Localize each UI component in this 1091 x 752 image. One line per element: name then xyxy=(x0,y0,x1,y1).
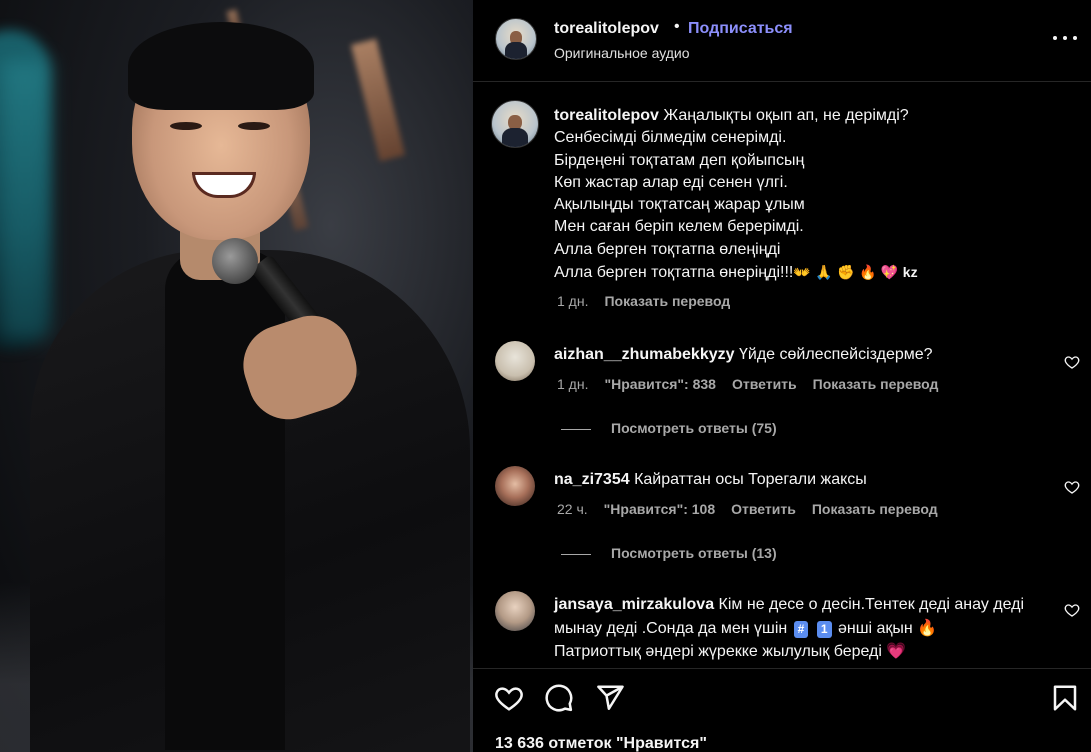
view-replies-button[interactable]: Посмотреть ответы (13) xyxy=(561,545,777,561)
singer-shirt xyxy=(165,250,285,750)
replies-divider xyxy=(561,553,591,555)
number-one-keycap-icon: 1 xyxy=(816,620,832,638)
post-header: torealitolepov • Подписаться Оригинально… xyxy=(473,0,1091,82)
view-replies-label: Посмотреть ответы (75) xyxy=(611,420,777,436)
caption-text: torealitolepov Жаңалықты оқып ап, не дер… xyxy=(554,105,1054,284)
view-replies-label: Посмотреть ответы (13) xyxy=(611,545,777,561)
kz-flag-icon: kz xyxy=(902,264,918,281)
comment-body: aizhan__zhumabekkyzy Үйде сөйлеспейсізде… xyxy=(554,343,1034,367)
more-options-icon[interactable] xyxy=(1051,28,1079,48)
post-actions: 13 636 отметок "Нравится" xyxy=(473,668,1091,752)
replies-divider xyxy=(561,428,591,430)
comment-likes[interactable]: "Нравится": 838 xyxy=(604,376,715,392)
comment-text: Патриоттық әндері жүрекке жылулық береді… xyxy=(554,643,907,661)
likes-count[interactable]: 13 636 отметок "Нравится" xyxy=(495,735,707,752)
microphone-icon xyxy=(212,238,258,284)
comment-like-heart-icon[interactable] xyxy=(1064,479,1080,495)
caption-line: Алла берген тоқтатпа өлеңіңді xyxy=(554,240,781,258)
comment-meta: 22 ч. "Нравится": 108 Ответить Показать пер… xyxy=(557,501,954,517)
comment-time[interactable]: 1 дн. xyxy=(557,376,588,392)
bookmark-icon[interactable] xyxy=(1050,683,1080,713)
comment-body: jansaya_mirzakulova Кім не десе о десін.… xyxy=(554,593,1034,664)
singer-eye xyxy=(170,122,202,130)
comment-like-heart-icon[interactable] xyxy=(1064,602,1080,618)
comment-icon[interactable] xyxy=(544,683,574,713)
caption-line: Алла берген тоқтатпа өнеріңді!!! xyxy=(554,264,794,282)
comment-time[interactable]: 22 ч. xyxy=(557,501,588,517)
share-icon[interactable] xyxy=(595,683,625,713)
singer-hair xyxy=(128,22,314,110)
commenter-avatar[interactable] xyxy=(495,466,535,506)
caption-line: Бірдеңені тоқтатам деп қойыпсың xyxy=(554,151,805,169)
comment-like-heart-icon[interactable] xyxy=(1064,354,1080,370)
caption-username[interactable]: torealitolepov xyxy=(554,107,659,124)
commenter-avatar[interactable] xyxy=(495,341,535,381)
caption-author-avatar[interactable] xyxy=(491,100,539,148)
like-heart-icon[interactable] xyxy=(494,683,524,713)
separator-dot: • xyxy=(674,18,680,35)
view-replies-button[interactable]: Посмотреть ответы (75) xyxy=(561,420,777,436)
caption-time[interactable]: 1 дн. xyxy=(557,293,588,309)
commenter-username[interactable]: na_zi7354 xyxy=(554,471,630,488)
comment-translate-link[interactable]: Показать перевод xyxy=(812,501,938,517)
caption-meta: 1 дн. Показать перевод xyxy=(557,293,746,309)
commenter-username[interactable]: jansaya_mirzakulova xyxy=(554,596,714,613)
caption-line: Мен саған беріп келем берерімді. xyxy=(554,218,804,236)
comment-reply-button[interactable]: Ответить xyxy=(732,376,797,392)
post-media[interactable] xyxy=(0,0,473,752)
hashtag-keycap-icon: # xyxy=(793,620,809,638)
caption-emojis: 👐 🙏 ✊ 🔥 💖 xyxy=(793,265,899,282)
commenter-avatar[interactable] xyxy=(495,591,535,631)
comment-meta: 1 дн. "Нравится": 838 Ответить Показать пер… xyxy=(557,376,954,392)
comment-likes[interactable]: "Нравится": 108 xyxy=(604,501,715,517)
comment-body: na_zi7354 Кайраттан осы Торегали жаксы xyxy=(554,468,1034,492)
author-username[interactable]: torealitolepov xyxy=(554,20,659,38)
stage-light xyxy=(0,60,50,340)
follow-button[interactable]: Подписаться xyxy=(688,20,793,38)
caption-line: Ақылыңды тоқтатсаң жарар ұлым xyxy=(554,196,805,214)
caption-line: Көп жастар алар еді сенен үлгі. xyxy=(554,173,788,191)
caption-line: Сенбесімді білмедім сенерімді. xyxy=(554,129,787,147)
author-avatar[interactable] xyxy=(495,18,537,60)
caption-translate-link[interactable]: Показать перевод xyxy=(604,293,730,309)
post-panel: torealitolepov • Подписаться Оригинально… xyxy=(473,0,1091,752)
caption-line: Жаңалықты оқып ап, не дерімді? xyxy=(663,107,909,124)
original-audio-link[interactable]: Оригинальное аудио xyxy=(554,45,690,61)
comment-reply-button[interactable]: Ответить xyxy=(731,501,796,517)
singer-eye xyxy=(238,122,270,130)
commenter-username[interactable]: aizhan__zhumabekkyzy xyxy=(554,346,735,363)
comment-translate-link[interactable]: Показать перевод xyxy=(813,376,939,392)
stage-lamp xyxy=(350,38,406,162)
comment-text: Үйде сөйлеспейсіздерме? xyxy=(738,346,933,363)
comment-text: Кайраттан осы Торегали жаксы xyxy=(634,471,867,488)
comment-text: әнші ақын 🔥 xyxy=(837,619,938,637)
